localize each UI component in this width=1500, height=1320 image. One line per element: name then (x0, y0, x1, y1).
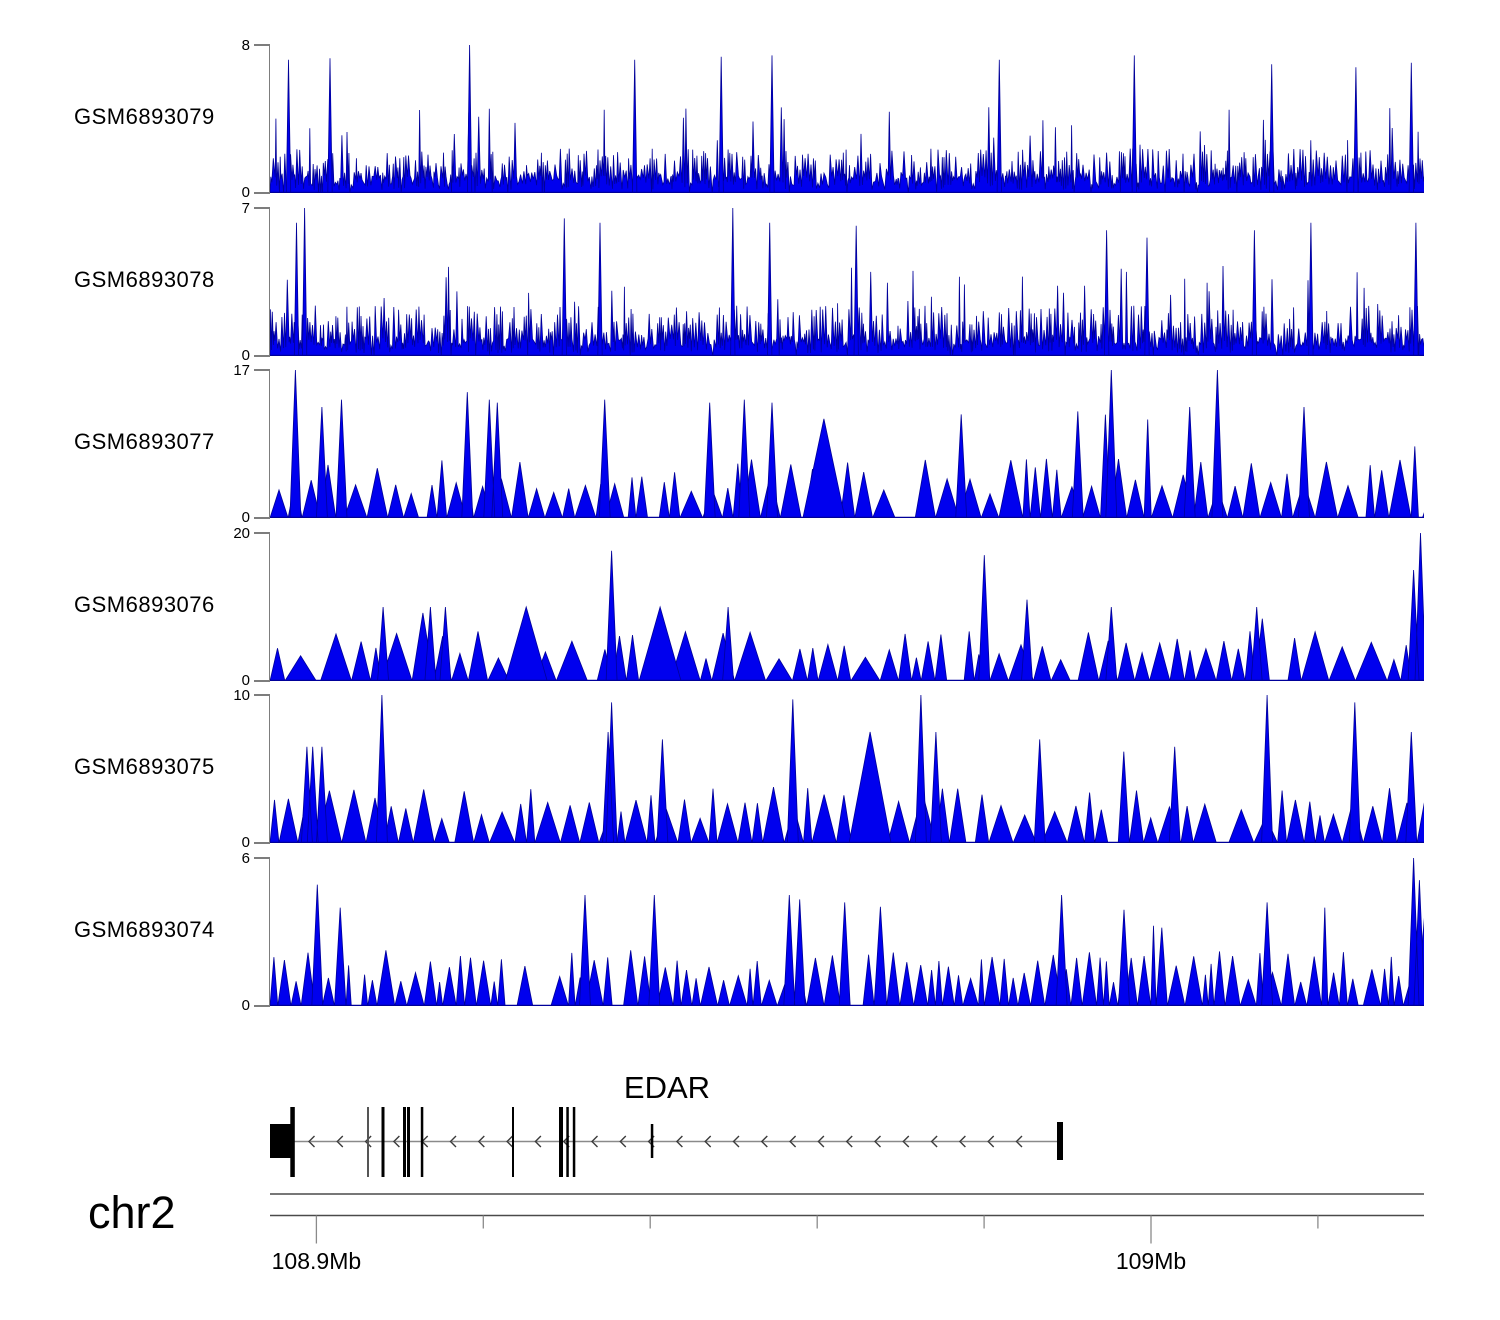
track-label: GSM6893078 (74, 267, 215, 292)
coverage-track-gsm6893077: GSM6893077 17 0 (0, 362, 1500, 526)
coverage-signal (270, 370, 1424, 518)
ruler-tick-label: 108.9Mb (272, 1248, 362, 1274)
coverage-track-gsm6893075: GSM6893075 10 0 (0, 687, 1500, 851)
y-axis-bottom-tick (254, 680, 270, 682)
exon-bar (512, 1107, 514, 1177)
exon-bar (367, 1107, 369, 1177)
y-axis-bottom-tick (254, 355, 270, 357)
y-axis-top-tick (254, 694, 270, 696)
track-label: GSM6893075 (74, 754, 215, 779)
exon-bar (559, 1107, 563, 1177)
y-axis-min-label: 0 (241, 509, 250, 526)
exon-bar (407, 1107, 410, 1177)
signal-area (270, 265, 1424, 356)
genome-browser-figure: GSM6893079 8 0 GSM6893078 7 0 GSM6893077… (0, 0, 1500, 1320)
y-axis-bottom-tick (254, 842, 270, 844)
coverage-signal (270, 695, 1424, 843)
exon-bar (566, 1107, 569, 1177)
chromosome-label: chr2 (88, 1187, 176, 1238)
signal-area (270, 414, 1424, 518)
y-axis-top-tick (254, 369, 270, 371)
coverage-signal (270, 208, 1424, 356)
coverage-track-gsm6893074: GSM6893074 6 0 (0, 850, 1500, 1014)
y-axis-min-label: 0 (241, 184, 250, 201)
y-axis-min-label: 0 (241, 834, 250, 851)
exon-bar (403, 1107, 406, 1177)
exon-bar (420, 1107, 424, 1177)
exon-bar (1057, 1122, 1063, 1160)
y-axis-min-label: 0 (241, 997, 250, 1014)
y-axis-bottom-tick (254, 1005, 270, 1007)
y-axis-bottom-tick (254, 517, 270, 519)
y-axis-max-label: 8 (241, 37, 250, 54)
exon-box-first (270, 1124, 293, 1158)
track-label: GSM6893076 (74, 592, 215, 617)
gene-and-ruler-panel: EDAR 108.9Mb 109Mb chr2 (88, 1070, 1424, 1274)
y-axis-max-label: 7 (241, 200, 250, 217)
signal-area (270, 751, 1424, 843)
exon-bar (650, 1124, 654, 1158)
coverage-track-gsm6893079: GSM6893079 8 0 (0, 37, 1500, 201)
exon-bar (290, 1107, 295, 1177)
ruler-tick-label: 109Mb (1116, 1248, 1186, 1274)
gene-name-label: EDAR (624, 1070, 710, 1105)
y-axis-top-tick (254, 532, 270, 534)
coverage-signal (270, 858, 1424, 1006)
coverage-track-gsm6893078: GSM6893078 7 0 (0, 200, 1500, 364)
y-axis-max-label: 20 (233, 525, 250, 542)
y-axis-bottom-tick (254, 192, 270, 194)
y-axis-top-tick (254, 44, 270, 46)
track-label: GSM6893074 (74, 917, 215, 942)
track-label: GSM6893077 (74, 429, 215, 454)
exon-bar (381, 1107, 385, 1177)
y-axis-top-tick (254, 857, 270, 859)
y-axis-top-tick (254, 207, 270, 209)
y-axis-max-label: 17 (233, 362, 250, 379)
signal-area (270, 107, 1424, 193)
coverage-signal (270, 45, 1424, 193)
exon-bar (572, 1107, 576, 1177)
coverage-signal (270, 533, 1424, 681)
y-axis-max-label: 6 (241, 850, 250, 867)
coverage-track-gsm6893076: GSM6893076 20 0 (0, 525, 1500, 689)
track-label: GSM6893079 (74, 104, 215, 129)
y-axis-max-label: 10 (233, 687, 250, 704)
